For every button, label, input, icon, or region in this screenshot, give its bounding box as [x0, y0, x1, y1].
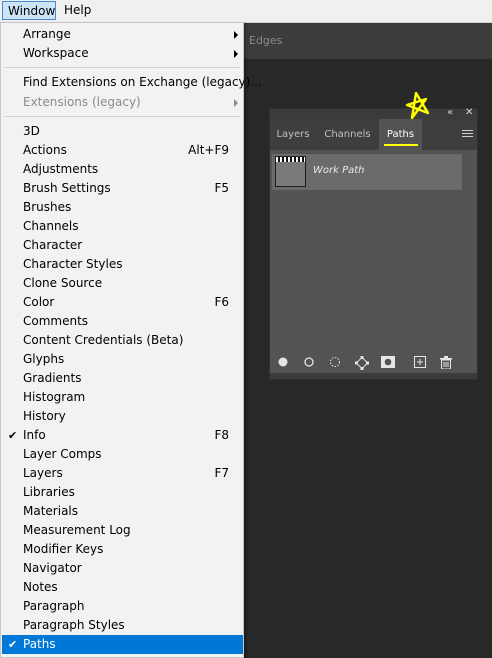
menu-item-glyphs[interactable]: Glyphs — [2, 350, 243, 369]
menu-item-label: Comments — [23, 314, 89, 328]
menu-separator — [4, 116, 240, 117]
panel-resize-grip[interactable] — [270, 373, 477, 379]
menu-item-find-extensions[interactable]: Find Extensions on Exchange (legacy)... — [2, 73, 262, 92]
menu-item-label: Character Styles — [23, 257, 123, 271]
menu-item-3d[interactable]: 3D — [2, 122, 243, 141]
menu-item-channels[interactable]: Channels — [2, 217, 243, 236]
fill-path-icon[interactable] — [277, 356, 289, 368]
menu-item-label: Libraries — [23, 485, 75, 499]
menu-item-label: Actions — [23, 143, 67, 157]
menu-item-brushes[interactable]: Brushes — [2, 198, 243, 217]
menu-item-content-credentials-beta[interactable]: Content Credentials (Beta) — [2, 331, 243, 350]
submenu-arrow-icon — [234, 50, 238, 58]
menu-item-label: Info — [23, 428, 46, 442]
close-panel-icon[interactable]: ✕ — [465, 107, 473, 118]
menu-item-label: Modifier Keys — [23, 542, 104, 556]
menu-item-layer-comps[interactable]: Layer Comps — [2, 445, 243, 464]
menu-item-label: History — [23, 409, 66, 423]
menu-item-color[interactable]: Color F6 — [2, 293, 243, 312]
panel-tab-bar: Layers Channels Paths — [270, 119, 477, 150]
menu-item-modifier-keys[interactable]: Modifier Keys — [2, 540, 243, 559]
menu-item-arrange[interactable]: Arrange — [2, 25, 243, 44]
menu-item-adjustments[interactable]: Adjustments — [2, 160, 243, 179]
menu-item-extensions: Extensions (legacy) — [2, 93, 243, 112]
menu-item-workspace[interactable]: Workspace — [2, 44, 243, 63]
annotation-underline — [384, 144, 418, 146]
checkmark-icon: ✔ — [8, 638, 18, 651]
menu-item-materials[interactable]: Materials — [2, 502, 243, 521]
menu-item-clone-source[interactable]: Clone Source — [2, 274, 243, 293]
submenu-arrow-icon — [234, 99, 238, 107]
work-path-row[interactable]: Work Path — [272, 154, 462, 190]
menu-item-layers[interactable]: Layers F7 — [2, 464, 243, 483]
panel-header[interactable]: « ✕ — [270, 107, 477, 119]
delete-path-icon[interactable] — [440, 356, 452, 369]
menu-item-actions[interactable]: Actions Alt+F9 — [2, 141, 243, 160]
work-path-label: Work Path — [313, 165, 365, 176]
menu-item-comments[interactable]: Comments — [2, 312, 243, 331]
menu-item-histogram[interactable]: Histogram — [2, 388, 243, 407]
menu-item-notes[interactable]: Notes — [2, 578, 243, 597]
add-mask-icon[interactable] — [381, 356, 395, 368]
menu-help[interactable]: Help — [59, 1, 96, 20]
shortcut-label: F8 — [214, 428, 229, 442]
menu-item-label: Channels — [23, 219, 79, 233]
menu-item-label: Navigator — [23, 561, 82, 575]
menu-item-libraries[interactable]: Libraries — [2, 483, 243, 502]
edges-label[interactable]: Edges — [249, 34, 282, 47]
menu-item-label: Notes — [23, 580, 58, 594]
menu-item-label: Paths — [23, 637, 56, 651]
menu-item-info[interactable]: ✔ Info F8 — [2, 426, 243, 445]
menu-item-character-styles[interactable]: Character Styles — [2, 255, 243, 274]
menu-item-label: Paragraph Styles — [23, 618, 125, 632]
menu-item-label: Layer Comps — [23, 447, 102, 461]
shortcut-label: F6 — [214, 295, 229, 309]
menu-item-label: Adjustments — [23, 162, 99, 176]
menu-item-label: Brush Settings — [23, 181, 111, 195]
menu-item-label: Character — [23, 238, 83, 252]
menu-item-label: Color — [23, 295, 55, 309]
menu-item-label: Layers — [23, 466, 63, 480]
menu-separator — [4, 67, 240, 68]
menu-item-label: Paragraph — [23, 599, 85, 613]
panel-bottom-bar — [270, 347, 477, 375]
menu-item-label: Brushes — [23, 200, 72, 214]
menu-item-label: Histogram — [23, 390, 86, 404]
menu-item-label: Gradients — [23, 371, 82, 385]
menu-item-character[interactable]: Character — [2, 236, 243, 255]
shortcut-label: Alt+F9 — [188, 143, 229, 157]
menu-item-label: Content Credentials (Beta) — [23, 333, 184, 347]
shortcut-label: F7 — [214, 466, 229, 480]
make-work-path-icon[interactable] — [355, 356, 369, 370]
checkmark-icon: ✔ — [8, 429, 18, 442]
tab-channels[interactable]: Channels — [317, 119, 378, 150]
annotation-star-icon — [405, 91, 430, 120]
menu-item-history[interactable]: History — [2, 407, 243, 426]
menu-item-brush-settings[interactable]: Brush Settings F5 — [2, 179, 243, 198]
tab-layers[interactable]: Layers — [270, 119, 316, 150]
window-menu: Arrange Workspace Find Extensions on Exc… — [0, 22, 262, 658]
menu-item-paragraph[interactable]: Paragraph — [2, 597, 243, 616]
menu-item-label: 3D — [23, 124, 40, 138]
stroke-path-icon[interactable] — [303, 356, 315, 368]
menu-bar: Window Help — [0, 0, 492, 23]
menu-item-measurement-log[interactable]: Measurement Log — [2, 521, 243, 540]
shortcut-label: F5 — [214, 181, 229, 195]
collapse-panel-icon[interactable]: « — [447, 107, 453, 118]
menu-item-label: Measurement Log — [23, 523, 131, 537]
menu-item-navigator[interactable]: Navigator — [2, 559, 243, 578]
new-path-icon[interactable] — [414, 356, 426, 368]
menu-item-label: Clone Source — [23, 276, 103, 290]
submenu-arrow-icon — [234, 31, 238, 39]
load-selection-icon[interactable] — [329, 356, 341, 368]
menu-item-gradients[interactable]: Gradients — [2, 369, 243, 388]
menu-window[interactable]: Window — [2, 1, 56, 20]
path-thumbnail — [275, 156, 306, 187]
menu-item-paths[interactable]: ✔ Paths — [2, 635, 243, 654]
panel-menu-icon[interactable] — [462, 130, 473, 138]
menu-item-label: Materials — [23, 504, 79, 518]
menu-item-label: Glyphs — [23, 352, 65, 366]
menu-item-paragraph-styles[interactable]: Paragraph Styles — [2, 616, 243, 635]
paths-panel: « ✕ Layers Channels Paths Work Path — [269, 107, 478, 380]
